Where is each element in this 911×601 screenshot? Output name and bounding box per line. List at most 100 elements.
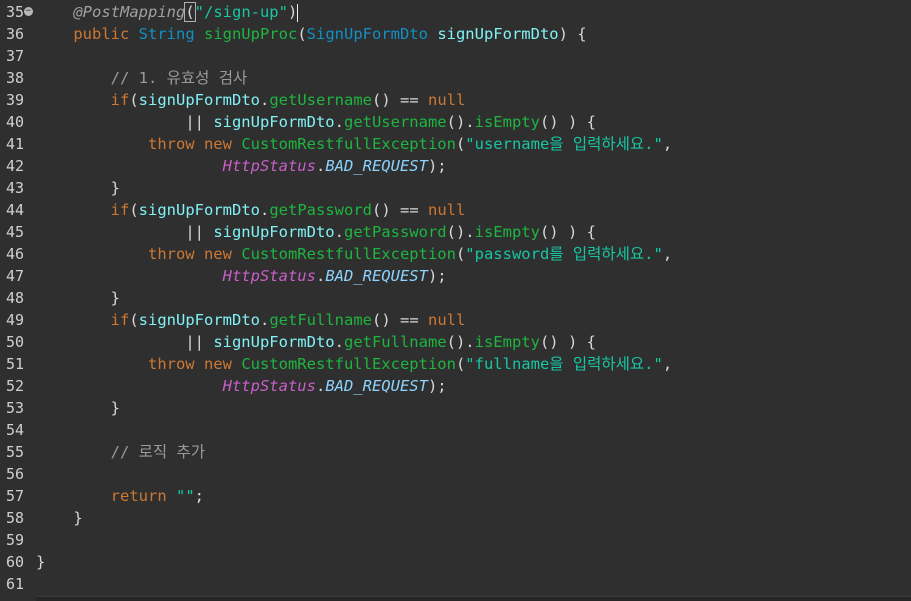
code-token: || [185, 223, 214, 241]
code-line[interactable]: 60} [0, 551, 911, 573]
line-number: 48 [6, 289, 25, 307]
code-line[interactable]: 43 } [0, 177, 911, 199]
code-line[interactable]: 49 if(signUpFormDto.getFullname() == nul… [0, 309, 911, 331]
code-line[interactable]: 53 } [0, 397, 911, 419]
line-number: 46 [6, 245, 25, 263]
line-number: 39 [6, 91, 25, 109]
code-text: HttpStatus.BAD_REQUEST); [36, 155, 447, 177]
code-token: HttpStatus [222, 267, 316, 285]
code-token: signUpFormDto [138, 91, 260, 109]
code-token: "username을 입력하세요." [465, 135, 663, 153]
code-token: } [36, 179, 120, 197]
code-line[interactable]: 61 [0, 573, 911, 595]
code-token: () ) { [539, 113, 596, 131]
code-token: || [185, 113, 214, 131]
code-token: signUpFormDto [213, 113, 335, 131]
code-token: } [36, 399, 120, 417]
line-number: 47 [6, 267, 25, 285]
code-text: } [36, 551, 45, 573]
line-number: 45 [6, 223, 25, 241]
code-text: HttpStatus.BAD_REQUEST); [36, 375, 447, 397]
code-line[interactable]: 42 HttpStatus.BAD_REQUEST); [0, 155, 911, 177]
code-token: ( [297, 25, 307, 43]
code-token: HttpStatus [222, 157, 316, 175]
line-number: 44 [6, 201, 25, 219]
code-line[interactable]: 46 throw new CustomRestfullException("pa… [0, 243, 911, 265]
code-line[interactable]: 59 [0, 529, 911, 551]
code-token: () ) { [539, 333, 596, 351]
code-token: CustomRestfullException [241, 135, 456, 153]
code-text: return ""; [36, 485, 204, 507]
code-line[interactable]: 51 throw new CustomRestfullException("fu… [0, 353, 911, 375]
code-editor[interactable]: 35− @PostMapping("/sign-up") 36 public St… [0, 0, 911, 601]
code-token: return [110, 487, 176, 505]
code-line[interactable]: 57 return ""; [0, 485, 911, 507]
fold-toggle-icon[interactable]: − [24, 7, 33, 16]
code-token: if [110, 91, 130, 109]
code-token: () == [372, 91, 428, 109]
code-line[interactable]: 35− @PostMapping("/sign-up") [0, 1, 911, 23]
text-cursor [297, 3, 299, 22]
code-line[interactable]: 45 || signUpFormDto.getPassword().isEmpt… [0, 221, 911, 243]
code-token: ); [427, 377, 447, 395]
code-text: if(signUpFormDto.getPassword() == null [36, 199, 466, 221]
code-token: . [315, 157, 326, 175]
code-text: throw new CustomRestfullException("usern… [36, 133, 672, 155]
line-number: 36 [6, 25, 25, 43]
horizontal-scrollbar[interactable] [36, 596, 911, 601]
code-line[interactable]: 50 || signUpFormDto.getFullname().isEmpt… [0, 331, 911, 353]
code-token: if [110, 201, 130, 219]
code-text: || signUpFormDto.getUsername().isEmpty()… [36, 111, 596, 133]
line-number: 61 [6, 575, 25, 593]
code-token: , [662, 355, 673, 373]
code-token: throw new [147, 135, 242, 153]
code-line[interactable]: 48 } [0, 287, 911, 309]
code-token: ( [455, 355, 466, 373]
line-number: 59 [6, 531, 25, 549]
code-token: BAD_REQUEST [325, 377, 428, 395]
code-line[interactable]: 55 // 로직 추가 [0, 441, 911, 463]
code-line[interactable]: 37 [0, 45, 911, 67]
code-text: } [36, 287, 120, 309]
code-token: isEmpty [474, 113, 540, 131]
code-line[interactable]: 39 if(signUpFormDto.getUsername() == nul… [0, 89, 911, 111]
code-text: // 1. 유효성 검사 [36, 67, 248, 89]
code-line[interactable]: 47 HttpStatus.BAD_REQUEST); [0, 265, 911, 287]
code-token: } [36, 509, 83, 527]
code-token: . [260, 311, 270, 329]
code-token: signUpFormDto [213, 223, 335, 241]
code-token: getPassword [343, 223, 447, 241]
code-line[interactable]: 58 } [0, 507, 911, 529]
code-token: ) [287, 3, 298, 21]
code-text: throw new CustomRestfullException("passw… [36, 243, 672, 265]
code-token: isEmpty [474, 223, 540, 241]
line-number: 55 [6, 443, 25, 461]
code-line[interactable]: 54 [0, 419, 911, 441]
code-line[interactable]: 52 HttpStatus.BAD_REQUEST); [0, 375, 911, 397]
code-line[interactable]: 56 [0, 463, 911, 485]
code-text: // 로직 추가 [36, 441, 205, 463]
code-token: ( [184, 2, 196, 22]
line-number: 43 [6, 179, 25, 197]
code-line[interactable]: 38 // 1. 유효성 검사 [0, 67, 911, 89]
code-line[interactable]: 44 if(signUpFormDto.getPassword() == nul… [0, 199, 911, 221]
line-number: 52 [6, 377, 25, 395]
line-number: 49 [6, 311, 25, 329]
code-token: throw new [147, 245, 242, 263]
code-token: signUpFormDto [213, 333, 335, 351]
line-number: 37 [6, 47, 25, 65]
line-number: 42 [6, 157, 25, 175]
code-line[interactable]: 36 public String signUpProc(SignUpFormDt… [0, 23, 911, 45]
code-token: getUsername [269, 91, 372, 109]
code-token: public [73, 25, 139, 43]
code-line[interactable]: 40 || signUpFormDto.getUsername().isEmpt… [0, 111, 911, 133]
code-line[interactable]: 41 throw new CustomRestfullException("us… [0, 133, 911, 155]
code-text: || signUpFormDto.getPassword().isEmpty()… [36, 221, 596, 243]
code-text: } [36, 397, 120, 419]
